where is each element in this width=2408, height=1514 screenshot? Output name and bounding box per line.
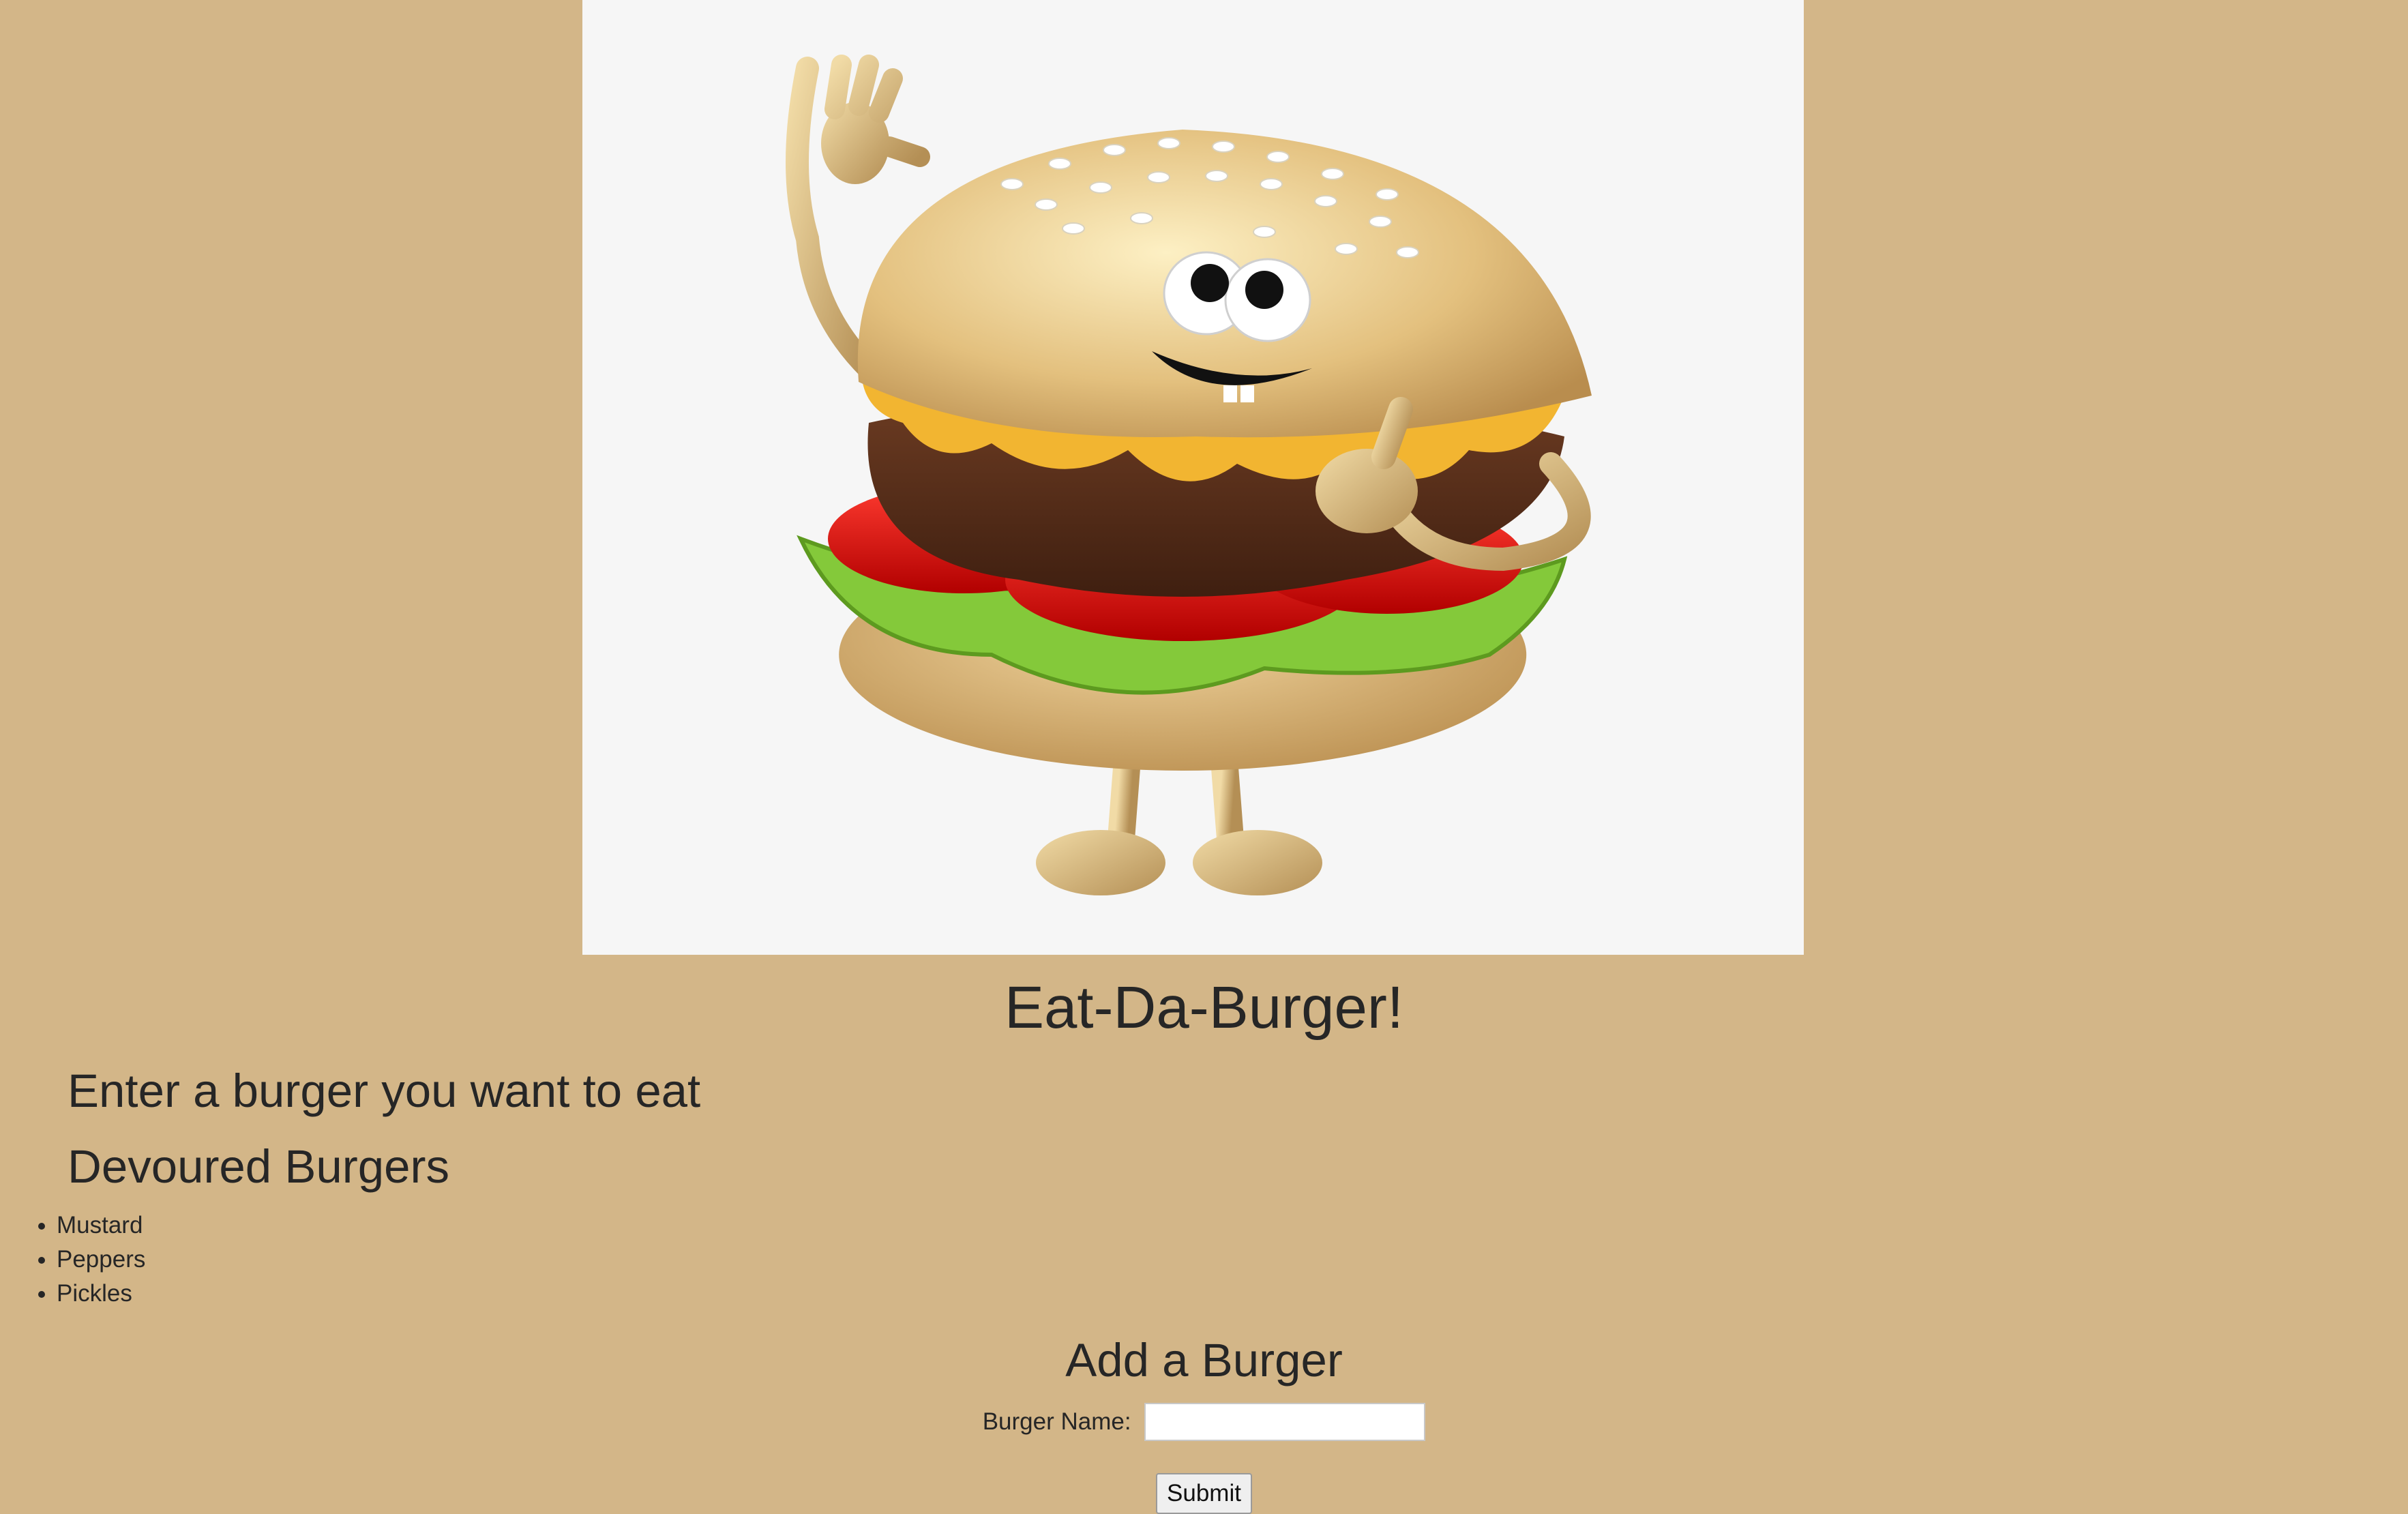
enter-burger-heading: Enter a burger you want to eat: [68, 1065, 701, 1117]
devoured-burgers-heading: Devoured Burgers: [68, 1140, 449, 1193]
page-title: Eat-Da-Burger!: [1004, 975, 1404, 1041]
add-burger-heading: Add a Burger: [1065, 1334, 1343, 1386]
submit-row: Submit: [0, 1473, 2408, 1514]
burger-form: Burger Name:: [0, 1399, 2408, 1443]
list-item: Peppers: [57, 1243, 145, 1277]
burger-name-label: Burger Name:: [982, 1408, 1131, 1435]
burger-mascot-illustration: [786, 55, 1592, 895]
burger-name-input[interactable]: [1144, 1402, 1426, 1441]
list-item: Mustard: [57, 1208, 145, 1243]
list-item: Pickles: [57, 1277, 145, 1311]
hero-image: [582, 0, 1804, 955]
devoured-list: Mustard Peppers Pickles: [0, 1208, 145, 1311]
submit-button[interactable]: Submit: [1156, 1473, 1252, 1514]
